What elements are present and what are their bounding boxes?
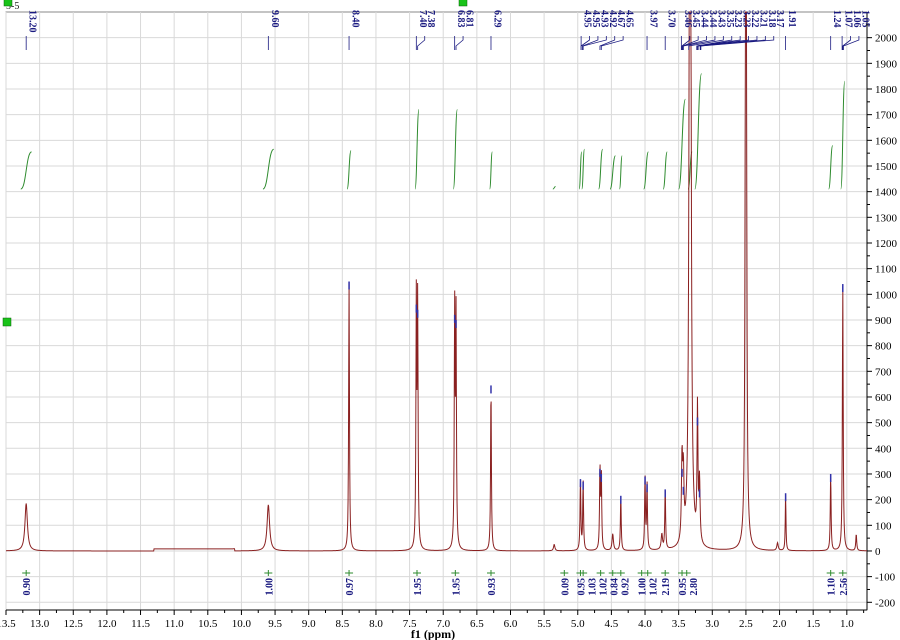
peak-label: 1.24 <box>831 10 842 28</box>
peak-label: 1.05 <box>859 10 870 28</box>
y-tick-label: 1700 <box>875 110 898 122</box>
x-tick-label: 2.0 <box>773 618 787 630</box>
integral-label: 1.95 <box>451 578 462 596</box>
integral-label: 0.95 <box>576 578 587 596</box>
y-tick-label: 1600 <box>875 135 898 147</box>
integral-label: 0.93 <box>487 578 498 596</box>
y-tick-label: 1000 <box>875 289 898 301</box>
integral-label: 1.00 <box>638 578 649 596</box>
x-tick-label: 3.5 <box>672 618 686 630</box>
y-tick-label: 1200 <box>875 238 898 250</box>
x-tick-label: 1.5 <box>806 618 820 630</box>
integral-label: 1.10 <box>827 578 838 596</box>
x-tick-label: 11.5 <box>131 618 150 630</box>
x-tick-label: 12.0 <box>97 618 117 630</box>
y-tick-label: 0 <box>875 546 881 558</box>
y-tick-label: 1800 <box>875 84 898 96</box>
integral-label: 0.84 <box>609 578 620 596</box>
y-tick-label: 900 <box>875 315 892 327</box>
nmr-spectrum-chart: 13.5 13.0 12.5 12.0 11.5 11.0 10.5 10.0 9.5 9.0 8.… <box>0 0 900 640</box>
integral-label: 0.09 <box>560 578 571 596</box>
y-tick-label: -200 <box>875 597 896 609</box>
x-tick-label: 3.0 <box>705 618 719 630</box>
x-tick-label: 8.0 <box>369 618 383 630</box>
handle-left-mid[interactable] <box>2 317 12 327</box>
x-axis-label: f1 (ppm) <box>411 627 455 640</box>
y-tick-label: 700 <box>875 366 892 378</box>
peak-label: 3.17 <box>774 10 785 28</box>
x-tick-label: 12.5 <box>64 618 84 630</box>
integral-label: 1.02 <box>649 578 660 596</box>
peak-label: 1.91 <box>786 10 797 28</box>
x-tick-label: 9.5 <box>268 618 282 630</box>
x-tick-label: 6.0 <box>504 618 518 630</box>
peak-label: 6.81 <box>464 10 475 28</box>
integral-label: 2.56 <box>839 578 850 596</box>
x-tick-label: 5.5 <box>537 618 551 630</box>
x-tick-label: 11.0 <box>165 618 184 630</box>
y-tick-label: 1500 <box>875 161 898 173</box>
integral-label: 0.97 <box>345 578 356 596</box>
integral-label: 2.19 <box>661 578 672 596</box>
y-tick-label: 1900 <box>875 58 898 70</box>
y-tick-label: 2000 <box>875 33 898 45</box>
x-tick-label: 4.5 <box>605 618 619 630</box>
peak-label: 13.20 <box>27 10 38 33</box>
integral-label: 0.92 <box>620 578 631 596</box>
y-tick-label: 600 <box>875 392 892 404</box>
handle-top-left[interactable] <box>3 0 13 7</box>
x-tick-label: 13.5 <box>0 618 16 630</box>
peak-label: 9.60 <box>269 10 280 28</box>
x-tick-label: 6.5 <box>470 618 484 630</box>
peak-label: 8.40 <box>350 10 361 28</box>
handle-top-center[interactable] <box>458 0 468 7</box>
x-tick-label: 4.0 <box>638 618 652 630</box>
y-tick-label: 1100 <box>875 264 897 276</box>
x-tick-label: 10.5 <box>198 618 218 630</box>
peak-label: 6.29 <box>491 10 502 28</box>
integral-label: 1.03 <box>587 578 598 596</box>
x-tick-label: 10.0 <box>232 618 252 630</box>
peak-label: 3.97 <box>648 10 659 28</box>
integral-label: 1.00 <box>264 578 275 596</box>
y-tick-label: 500 <box>875 418 892 430</box>
x-tick-label: 13.0 <box>30 618 50 630</box>
y-tick-label: 1400 <box>875 187 898 199</box>
x-tick-label: 9.0 <box>302 618 316 630</box>
y-tick-label: 200 <box>875 495 892 507</box>
y-tick-label: 300 <box>875 469 892 481</box>
y-tick-label: 800 <box>875 341 892 353</box>
x-tick-label: 5.0 <box>571 618 585 630</box>
x-tick-label: 1.0 <box>840 618 854 630</box>
integral-label: 0.95 <box>678 578 689 596</box>
x-tick-label: 2.5 <box>739 618 753 630</box>
peak-label: 3.70 <box>666 10 677 28</box>
peak-label: 4.65 <box>624 10 635 28</box>
peak-label: 7.38 <box>425 10 436 28</box>
integral-label: 2.80 <box>689 578 700 596</box>
integral-label: 1.02 <box>598 578 609 596</box>
y-tick-label: 400 <box>875 443 892 455</box>
integral-label: 0.90 <box>22 578 33 596</box>
x-tick-label: 8.5 <box>335 618 349 630</box>
y-tick-label: -100 <box>875 572 896 584</box>
integral-label: 1.95 <box>413 578 424 596</box>
y-tick-label: 100 <box>875 520 892 532</box>
y-tick-label: 1300 <box>875 212 898 224</box>
